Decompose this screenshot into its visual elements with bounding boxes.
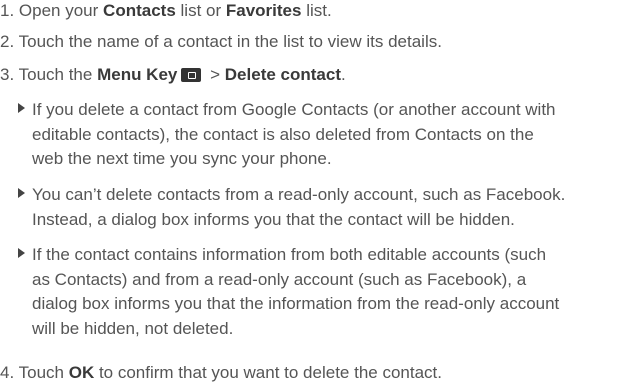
step-number: 2. [0, 32, 15, 51]
step-number: 1. [0, 1, 15, 20]
bullet-text: If the contact contains information from… [32, 245, 560, 338]
step-4: 4. Touch OK to confirm that you want to … [0, 363, 442, 383]
separator: > [210, 65, 221, 84]
bullet-triangle-icon [18, 248, 25, 258]
step-text: list. [306, 1, 332, 20]
step-text: to confirm that you want to delete the c… [98, 363, 442, 382]
menu-key-label: Menu Key [97, 65, 178, 84]
contacts-label: Contacts [103, 1, 176, 20]
bullet-triangle-icon [18, 188, 25, 198]
step-number: 4. [0, 363, 15, 382]
step-text: . [340, 65, 346, 84]
step-1: 1. Open your Contacts list or Favorites … [0, 1, 332, 21]
step-text: Touch [18, 363, 64, 382]
bullet-text: If you delete a contact from Google Cont… [32, 100, 556, 168]
step-text: Open your [18, 1, 99, 20]
step-text: Touch the name of a contact in the list … [18, 32, 442, 51]
bullet-triangle-icon [18, 103, 25, 113]
bullet-text: You can’t delete contacts from a read-on… [32, 185, 566, 229]
delete-contact-label: Delete contact [224, 65, 341, 84]
step-text: list or [180, 1, 222, 20]
ok-label: OK [68, 363, 95, 382]
instruction-document: 1. Open your Contacts list or Favorites … [0, 0, 640, 389]
step-2: 2. Touch the name of a contact in the li… [0, 32, 442, 52]
favorites-label: Favorites [225, 1, 302, 20]
step-text: Touch the [18, 65, 93, 84]
step-number: 3. [0, 65, 15, 84]
menu-key-icon [181, 68, 202, 82]
step-3: 3. Touch the Menu Key > Delete contact. [0, 65, 346, 85]
